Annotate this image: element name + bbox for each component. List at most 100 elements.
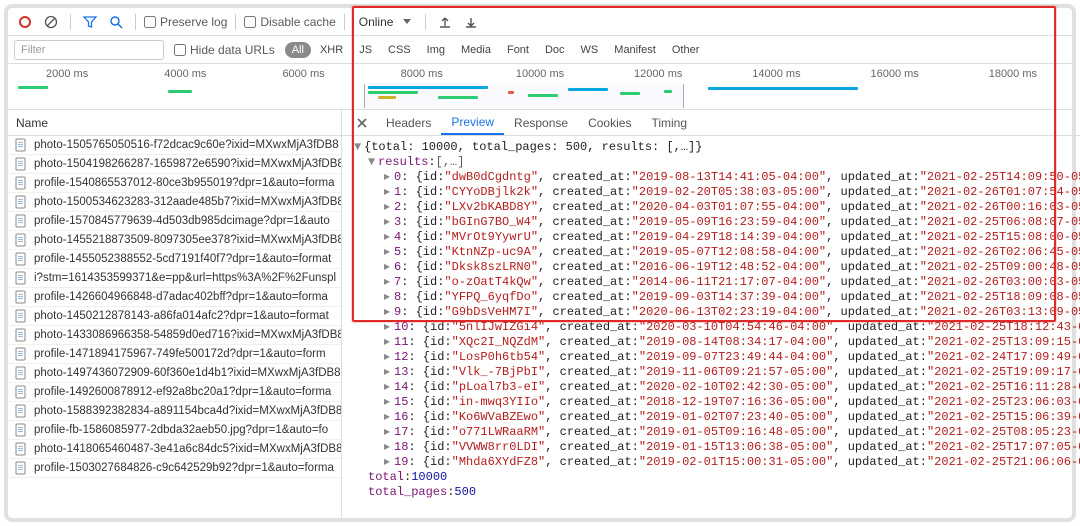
- result-row[interactable]: ▸9: {id: "G9bDsVeHM7I", created_at: "202…: [346, 305, 1080, 320]
- filter-chip-manifest[interactable]: Manifest: [607, 42, 663, 58]
- tab-preview[interactable]: Preview: [441, 110, 504, 135]
- download-har-button[interactable]: [460, 11, 482, 33]
- hide-data-urls-checkbox[interactable]: Hide data URLs: [174, 43, 275, 57]
- result-row[interactable]: ▸5: {id: "KtnNZp-uc9A", created_at: "201…: [346, 245, 1080, 260]
- timeline-tick: 10000 ms: [481, 68, 599, 80]
- request-row[interactable]: photo-1455218873509-8097305ee378?ixid=MX…: [8, 231, 341, 250]
- request-row[interactable]: photo-1418065460487-3e41a6c84dc5?ixid=MX…: [8, 440, 341, 459]
- result-row[interactable]: ▸13: {id: "Vlk_-7BjPbI", created_at: "20…: [346, 365, 1080, 380]
- filter-chip-img[interactable]: Img: [420, 42, 452, 58]
- request-row[interactable]: photo-1433086966358-54859d0ed716?ixid=MX…: [8, 326, 341, 345]
- request-row[interactable]: photo-1497436072909-60f360e1d4b1?ixid=MX…: [8, 364, 341, 383]
- timeline-tick: 16000 ms: [836, 68, 954, 80]
- request-name: profile-1503027684826-c9c642529b92?dpr=1…: [34, 462, 334, 474]
- filter-toggle[interactable]: [79, 11, 101, 33]
- result-row[interactable]: ▸10: {id: "5nlIJwIZGi4", created_at: "20…: [346, 320, 1080, 335]
- request-name: photo-1497436072909-60f360e1d4b1?ixid=MX…: [34, 367, 341, 379]
- request-row[interactable]: i?stm=1614353599371&e=pp&url=https%3A%2F…: [8, 269, 341, 288]
- result-row[interactable]: ▸2: {id: "LXv2bKABD8Y", created_at: "202…: [346, 200, 1080, 215]
- filter-chip-media[interactable]: Media: [454, 42, 498, 58]
- name-column-header[interactable]: Name: [8, 110, 341, 136]
- separator: [70, 14, 71, 30]
- separator: [425, 14, 426, 30]
- file-icon: [14, 176, 28, 190]
- result-row[interactable]: ▸15: {id: "in-mwq3YIIo", created_at: "20…: [346, 395, 1080, 410]
- type-filter-chips: AllXHRJSCSSImgMediaFontDocWSManifestOthe…: [285, 42, 707, 58]
- request-name: profile-1540865537012-80ce3b955019?dpr=1…: [34, 177, 335, 189]
- record-button[interactable]: [14, 11, 36, 33]
- tab-response[interactable]: Response: [504, 110, 578, 135]
- clear-button[interactable]: [40, 11, 62, 33]
- result-row[interactable]: ▸16: {id: "Ko6WVaBZEwo", created_at: "20…: [346, 410, 1080, 425]
- request-row[interactable]: profile-1570845779639-4d503db985dcimage?…: [8, 212, 341, 231]
- result-row[interactable]: ▸4: {id: "MVrOt9YywrU", created_at: "201…: [346, 230, 1080, 245]
- result-row[interactable]: ▸3: {id: "bGInG7BO_W4", created_at: "201…: [346, 215, 1080, 230]
- filter-chip-font[interactable]: Font: [500, 42, 536, 58]
- disable-cache-checkbox[interactable]: Disable cache: [244, 15, 335, 29]
- filter-chip-xhr[interactable]: XHR: [313, 42, 350, 58]
- filter-chip-css[interactable]: CSS: [381, 42, 418, 58]
- result-row[interactable]: ▸19: {id: "Mhda6XYdFZ8", created_at: "20…: [346, 455, 1080, 470]
- request-name: photo-1505765050516-f72dcac9c60e?ixid=MX…: [34, 139, 339, 151]
- result-row[interactable]: ▸1: {id: "CYYoDBjlk2k", created_at: "201…: [346, 185, 1080, 200]
- search-button[interactable]: [105, 11, 127, 33]
- result-row[interactable]: ▸11: {id: "XQc2I_NQZdM", created_at: "20…: [346, 335, 1080, 350]
- file-icon: [14, 404, 28, 418]
- tab-headers[interactable]: Headers: [376, 110, 441, 135]
- file-icon: [14, 138, 28, 152]
- result-row[interactable]: ▸6: {id: "Dksk8szLRN0", created_at: "201…: [346, 260, 1080, 275]
- filter-chip-other[interactable]: Other: [665, 42, 707, 58]
- request-row[interactable]: photo-1504198266287-1659872e6590?ixid=MX…: [8, 155, 341, 174]
- timeline-overview[interactable]: 2000 ms4000 ms6000 ms8000 ms10000 ms1200…: [8, 64, 1072, 110]
- result-row[interactable]: ▸8: {id: "YFPQ_6yqfDo", created_at: "201…: [346, 290, 1080, 305]
- result-row[interactable]: ▸18: {id: "VVWW8rr0LDI", created_at: "20…: [346, 440, 1080, 455]
- request-row[interactable]: profile-1492600878912-ef92a8bc20a1?dpr=1…: [8, 383, 341, 402]
- clear-icon: [44, 15, 58, 29]
- funnel-icon: [83, 15, 97, 29]
- close-details-button[interactable]: [348, 110, 376, 135]
- preserve-log-input[interactable]: [144, 16, 156, 28]
- chevron-down-icon: [403, 19, 411, 24]
- request-row[interactable]: photo-1505765050516-f72dcac9c60e?ixid=MX…: [8, 136, 341, 155]
- result-row[interactable]: ▸14: {id: "pLoal7b3-eI", created_at: "20…: [346, 380, 1080, 395]
- file-icon: [14, 328, 28, 342]
- request-row[interactable]: profile-1503027684826-c9c642529b92?dpr=1…: [8, 459, 341, 478]
- network-toolbar: Preserve log Disable cache Online: [8, 8, 1072, 36]
- request-name: photo-1588392382834-a891154bca4d?ixid=MX…: [34, 405, 341, 417]
- result-row[interactable]: ▸7: {id: "o-zOatT4kQw", created_at: "201…: [346, 275, 1080, 290]
- timeline-tick: 18000 ms: [954, 68, 1072, 80]
- preview-pane[interactable]: ▼{total: 10000, total_pages: 500, result…: [342, 136, 1080, 518]
- file-icon: [14, 195, 28, 209]
- file-icon: [14, 252, 28, 266]
- result-row[interactable]: ▸17: {id: "o771LWRaaRM", created_at: "20…: [346, 425, 1080, 440]
- result-row[interactable]: ▸0: {id: "dwB0dCgdntg", created_at: "201…: [346, 170, 1080, 185]
- disable-cache-input[interactable]: [244, 16, 256, 28]
- request-row[interactable]: profile-1471894175967-749fe500172d?dpr=1…: [8, 345, 341, 364]
- tab-cookies[interactable]: Cookies: [578, 110, 641, 135]
- request-row[interactable]: photo-1500534623283-312aade485b7?ixid=MX…: [8, 193, 341, 212]
- file-icon: [14, 385, 28, 399]
- request-row[interactable]: profile-fb-1586085977-2dbda32aeb50.jpg?d…: [8, 421, 341, 440]
- hide-data-urls-input[interactable]: [174, 44, 186, 56]
- request-row[interactable]: photo-1450212878143-a86fa014afc2?dpr=1&a…: [8, 307, 341, 326]
- request-row[interactable]: photo-1588392382834-a891154bca4d?ixid=MX…: [8, 402, 341, 421]
- request-row[interactable]: profile-1540865537012-80ce3b955019?dpr=1…: [8, 174, 341, 193]
- file-icon: [14, 366, 28, 380]
- filter-chip-doc[interactable]: Doc: [538, 42, 572, 58]
- filter-chip-ws[interactable]: WS: [574, 42, 606, 58]
- file-icon: [14, 290, 28, 304]
- filter-input[interactable]: Filter: [14, 40, 164, 60]
- request-row[interactable]: profile-1455052388552-5cd7191f40f7?dpr=1…: [8, 250, 341, 269]
- request-row[interactable]: profile-1426604966848-d7adac402bff?dpr=1…: [8, 288, 341, 307]
- upload-har-button[interactable]: [434, 11, 456, 33]
- result-row[interactable]: ▸12: {id: "LosP0h6tb54", created_at: "20…: [346, 350, 1080, 365]
- throttle-select[interactable]: Online: [353, 15, 418, 29]
- tab-timing[interactable]: Timing: [641, 110, 697, 135]
- preserve-log-checkbox[interactable]: Preserve log: [144, 15, 227, 29]
- record-icon: [18, 15, 32, 29]
- filter-chip-all[interactable]: All: [285, 42, 311, 58]
- file-icon: [14, 157, 28, 171]
- timeline-tick: 6000 ms: [244, 68, 362, 80]
- request-name: photo-1450212878143-a86fa014afc2?dpr=1&a…: [34, 310, 329, 322]
- filter-chip-js[interactable]: JS: [352, 42, 379, 58]
